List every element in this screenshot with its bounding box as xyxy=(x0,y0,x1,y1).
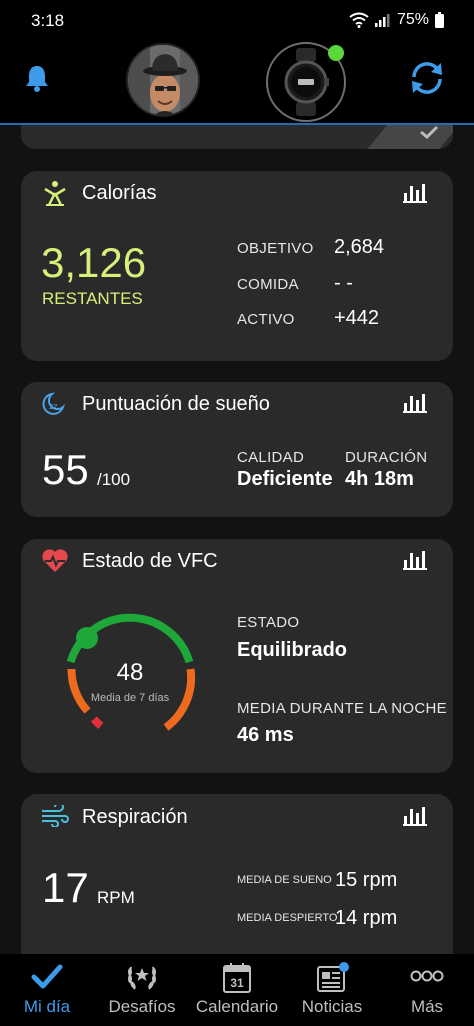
sleep-score-card[interactable]: zz Puntuación de sueño 55 /100 CALIDAD D… xyxy=(21,382,453,517)
nav-challenges[interactable]: Desafíos xyxy=(95,954,189,1026)
nav-calendar[interactable]: 31 Calendario xyxy=(190,954,284,1026)
nav-news[interactable]: Noticias xyxy=(285,954,379,1026)
avatar[interactable] xyxy=(126,43,200,117)
nav-calendar-label: Calendario xyxy=(195,997,279,1016)
hrv-gauge-value: 48 xyxy=(116,659,144,686)
respiration-unit: RPM xyxy=(97,888,135,907)
sleep-icon: zz xyxy=(42,392,66,415)
chart-icon[interactable] xyxy=(403,550,427,570)
sleep-score-value: 55 xyxy=(42,446,89,493)
heart-rate-icon xyxy=(42,549,68,572)
laurel-icon xyxy=(128,966,156,990)
sleep-quality-value: Deficiente xyxy=(237,468,333,490)
respiration-sleep-label: MEDIA DE SUENO xyxy=(237,874,332,886)
svg-text:zz: zz xyxy=(49,402,57,411)
my-day-feed[interactable]: Calorías 3,126 RESTANTES OBJETIVO 2,684 … xyxy=(0,125,474,954)
respiration-card[interactable]: Respiración 17 RPM MEDIA DE SUENO 15 rpm… xyxy=(21,794,453,954)
news-icon xyxy=(317,962,349,992)
calories-title: Calorías xyxy=(82,182,157,204)
calories-food-label: COMIDA xyxy=(237,276,299,293)
signal-icon xyxy=(374,14,390,27)
news-unread-dot xyxy=(339,962,349,972)
sleep-quality-label: CALIDAD xyxy=(237,449,305,466)
sleep-title: Puntuación de sueño xyxy=(82,393,270,415)
battery-percent: 75% xyxy=(396,11,429,28)
respiration-awake-label: MEDIA DESPIERTO xyxy=(237,912,338,924)
chart-icon[interactable] xyxy=(403,393,427,413)
nav-my-day-label: Mi día xyxy=(23,997,71,1016)
app-header xyxy=(0,40,474,124)
calories-active-label: ACTIVO xyxy=(237,311,295,328)
hrv-status-value: Equilibrado xyxy=(237,639,347,661)
nav-challenges-label: Desafíos xyxy=(108,997,176,1016)
bottom-navigation: Mi día Desafíos 31 Calendario Noticias M… xyxy=(0,954,474,1026)
calories-food-value: - - xyxy=(334,272,353,294)
calories-remaining-value: 3,126 xyxy=(41,239,147,286)
chart-icon[interactable] xyxy=(403,806,427,826)
hrv-status-card[interactable]: Estado de VFC 48 Media de 7 días ESTADO … xyxy=(21,539,453,773)
respiration-sleep-value: 15 rpm xyxy=(335,869,398,891)
nav-more[interactable]: Más xyxy=(380,954,474,1026)
nav-news-label: Noticias xyxy=(301,997,363,1016)
hrv-gauge-marker xyxy=(76,627,98,649)
sleep-duration-value: 4h 18m xyxy=(345,468,414,490)
check-icon xyxy=(31,964,63,989)
avatar-image xyxy=(128,45,198,115)
calories-card[interactable]: Calorías 3,126 RESTANTES OBJETIVO 2,684 … xyxy=(21,171,453,361)
hrv-night-label: MEDIA DURANTE LA NOCHE xyxy=(237,700,447,717)
calories-goal-value: 2,684 xyxy=(334,236,385,258)
previous-card-partial[interactable] xyxy=(21,125,453,149)
hrv-status-label: ESTADO xyxy=(237,614,300,631)
watch-connected-dot xyxy=(328,45,344,61)
bell-icon[interactable] xyxy=(24,64,50,92)
wind-icon xyxy=(42,805,69,827)
nav-my-day[interactable]: Mi día xyxy=(0,954,94,1026)
more-icon xyxy=(410,970,444,982)
sleep-duration-label: DURACIÓN xyxy=(345,449,428,466)
respiration-title: Respiración xyxy=(82,806,188,828)
hrv-title: Estado de VFC xyxy=(82,550,218,572)
respiration-value: 17 xyxy=(42,864,89,911)
nav-more-label: Más xyxy=(410,997,444,1016)
chart-icon[interactable] xyxy=(403,183,427,203)
calories-remaining-label: RESTANTES xyxy=(42,289,143,308)
calories-figure-icon xyxy=(44,181,66,206)
calories-active-value: +442 xyxy=(334,307,380,329)
check-icon xyxy=(420,125,439,139)
sync-icon[interactable] xyxy=(408,61,446,95)
respiration-awake-value: 14 rpm xyxy=(335,907,398,929)
hrv-night-value: 46 ms xyxy=(237,724,294,746)
calories-goal-label: OBJETIVO xyxy=(237,240,314,257)
sleep-score-max: /100 xyxy=(97,470,131,489)
calendar-day: 31 xyxy=(230,976,244,990)
battery-icon xyxy=(435,12,444,28)
status-time: 3:18 xyxy=(31,11,65,30)
wifi-icon xyxy=(349,12,369,28)
status-bar: 3:18 75% xyxy=(0,0,474,40)
hrv-gauge-caption: Media de 7 días xyxy=(90,692,170,704)
status-icons: 75% xyxy=(349,11,444,29)
